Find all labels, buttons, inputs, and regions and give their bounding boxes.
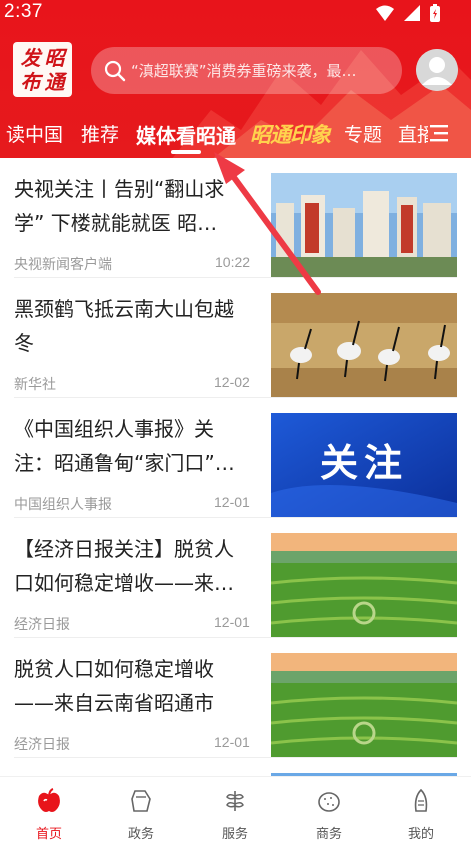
nav-business[interactable]: 商务 [282, 787, 376, 846]
news-item[interactable]: 脱贫人口如何稳定增收——来自云南省昭通市的… 经济日报 12-01 [0, 638, 471, 758]
business-icon [318, 792, 340, 812]
news-time: 12-01 [214, 494, 250, 510]
news-source: 央视新闻客户端 [14, 257, 112, 273]
tab-live[interactable]: 直播 [398, 120, 428, 147]
news-thumbnail-farmland [271, 533, 457, 637]
wifi-icon [376, 5, 394, 21]
news-time: 12-01 [214, 734, 250, 750]
nav-home[interactable]: 首页 [2, 787, 96, 846]
tab-read-china[interactable]: 读中国 [6, 120, 63, 147]
news-item[interactable]: 央视关注丨告别“翻山求学” 下楼就能就医 昭… 央视新闻客户端 10:22 [0, 158, 471, 278]
search-input[interactable]: “滇超联赛”消费券重磅来袭，最… [91, 47, 402, 94]
search-placeholder: “滇超联赛”消费券重磅来袭，最… [131, 62, 357, 80]
news-thumbnail-buildings [271, 173, 457, 277]
channel-tabs: 读中国 推荐 媒体看昭通 昭通印象 专题 直播 [0, 116, 471, 154]
news-source: 新华社 [14, 377, 56, 393]
status-icons [375, 3, 441, 23]
profile-icon [414, 788, 428, 812]
news-title: 【经济日报关注】脱贫人口如何稳定增收——来… [14, 537, 234, 595]
logo-char: 发 [20, 45, 41, 70]
news-title: 《中国组织人事报》关注：昭通鲁甸“家门口”… [14, 417, 235, 475]
nav-label: 政务 [127, 827, 154, 842]
news-source: 经济日报 [14, 737, 70, 753]
logo-char: 通 [44, 69, 65, 94]
user-avatar-icon [416, 49, 458, 91]
news-time: 12-01 [214, 614, 250, 630]
avatar[interactable] [416, 49, 458, 91]
news-item-partial[interactable] [0, 758, 471, 776]
logo-char: 布 [20, 69, 41, 94]
nav-profile[interactable]: 我的 [374, 787, 468, 846]
app-logo[interactable]: 发 昭 布 通 [13, 42, 72, 97]
menu-icon[interactable] [428, 122, 450, 144]
logo-char: 昭 [44, 45, 65, 70]
tab-special[interactable]: 专题 [344, 120, 382, 147]
news-time: 12-02 [214, 374, 250, 390]
news-thumbnail-farmland [271, 653, 457, 757]
app-header: 2:37 发 昭 布 通 “滇超联赛”消费券重磅来袭，最… 读中国 推荐 媒体看… [0, 0, 471, 158]
bottom-navigation: 首页 政务 服务 商务 我的 [0, 776, 471, 846]
status-bar: 2:37 [0, 0, 471, 26]
nav-government[interactable]: 政务 [94, 787, 188, 846]
news-item[interactable]: 《中国组织人事报》关注：昭通鲁甸“家门口”… 中国组织人事报 12-01 关注 [0, 398, 471, 518]
tab-media-zhaotong[interactable]: 媒体看昭通 [136, 120, 236, 149]
tab-zhaotong-impression[interactable]: 昭通印象 [250, 119, 331, 149]
nav-label: 服务 [221, 827, 248, 842]
news-list: 央视关注丨告别“翻山求学” 下楼就能就医 昭… 央视新闻客户端 10:22 黑颈… [0, 158, 471, 776]
news-thumbnail-cranes [271, 293, 457, 397]
news-title: 脱贫人口如何稳定增收——来自云南省昭通市的… [14, 657, 214, 715]
signal-icon [404, 5, 420, 21]
status-time: 2:37 [4, 1, 43, 22]
nav-label: 我的 [407, 827, 434, 842]
search-icon [104, 60, 126, 81]
news-item[interactable]: 黑颈鹤飞抵云南大山包越冬 新华社 12-02 [0, 278, 471, 398]
nav-label: 商务 [315, 827, 342, 842]
thumbnail-caption: 关注 [319, 441, 408, 485]
news-time: 10:22 [215, 254, 251, 270]
battery-icon [430, 4, 440, 22]
news-source: 经济日报 [14, 617, 70, 633]
service-icon [226, 791, 244, 811]
news-item[interactable]: 【经济日报关注】脱贫人口如何稳定增收——来… 经济日报 12-01 [0, 518, 471, 638]
news-title: 黑颈鹤飞抵云南大山包越冬 [14, 297, 234, 355]
news-thumbnail-banner: 关注 [271, 413, 457, 517]
home-apple-icon [38, 788, 60, 812]
news-title: 央视关注丨告别“翻山求学” 下楼就能就医 昭… [14, 177, 225, 235]
nav-label: 首页 [35, 827, 62, 842]
active-tab-indicator [171, 150, 201, 154]
government-icon [131, 790, 151, 812]
nav-service[interactable]: 服务 [188, 787, 282, 846]
news-source: 中国组织人事报 [14, 497, 112, 513]
tab-recommend[interactable]: 推荐 [81, 120, 119, 147]
